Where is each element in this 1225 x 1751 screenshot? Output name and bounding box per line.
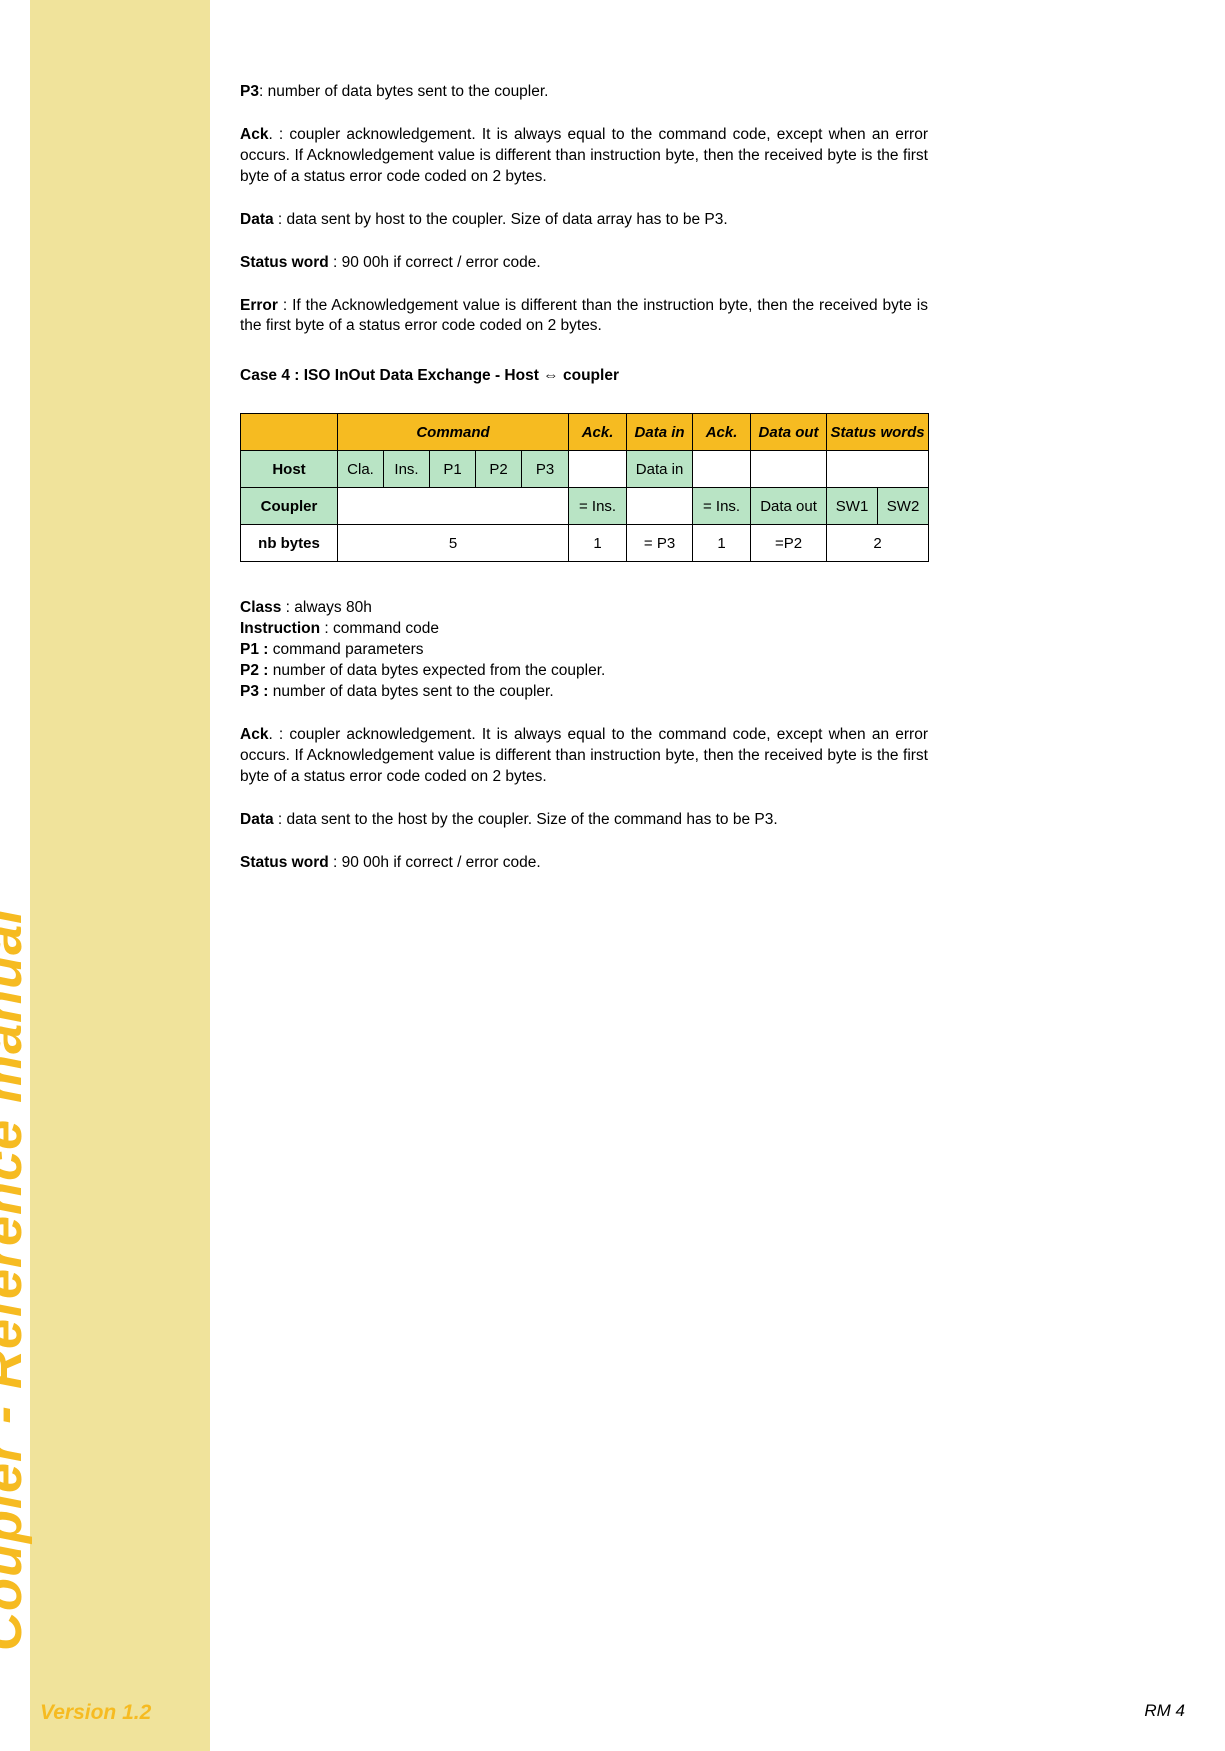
error-label: Error (240, 297, 278, 314)
nb-dataout: =P2 (751, 525, 827, 562)
def-p3-t: number of data bytes sent to the coupler… (268, 683, 553, 700)
version-label: Version 1.2 (40, 1701, 151, 1725)
def-p1: P1 : command parameters (240, 640, 928, 661)
page: Coupler - Reference manual Version 1.2 P… (0, 0, 1225, 1751)
def-p2-b: P2 : (240, 662, 268, 679)
def-p1-b: P1 : (240, 641, 268, 658)
hdr-status-words: Status words (827, 414, 929, 451)
status-label: Status word (240, 254, 329, 271)
host-ack2-empty (693, 451, 751, 488)
hdr-data-out: Data out (751, 414, 827, 451)
def-instruction: Instruction : command code (240, 619, 928, 640)
table-coupler-row: Coupler = Ins. = Ins. Data out SW1 SW2 (241, 488, 929, 525)
nb-label: nb bytes (241, 525, 338, 562)
hdr-ack2: Ack. (693, 414, 751, 451)
host-dataout-empty (751, 451, 827, 488)
coupler-sw1: SW1 (827, 488, 878, 525)
coupler-ack1: = Ins. (569, 488, 627, 525)
coupler-ack2: = Ins. (693, 488, 751, 525)
def-p2-t: number of data bytes expected from the c… (268, 662, 605, 679)
hdr-blank (241, 414, 338, 451)
main-content: P3: number of data bytes sent to the cou… (240, 82, 928, 896)
table-header-row: Command Ack. Data in Ack. Data out Statu… (241, 414, 929, 451)
def-class: Class : always 80h (240, 598, 928, 619)
para-error: Error : If the Acknowledgement value is … (240, 296, 928, 338)
nb-sw: 2 (827, 525, 929, 562)
sidebar-title: Coupler - Reference manual (0, 101, 34, 1651)
coupler-dataout: Data out (751, 488, 827, 525)
after-data: Data : data sent to the host by the coup… (240, 810, 928, 831)
host-p2: P2 (476, 451, 522, 488)
host-cla: Cla. (338, 451, 384, 488)
after-status-b: Status word (240, 854, 329, 871)
host-p3: P3 (522, 451, 569, 488)
hdr-ack1: Ack. (569, 414, 627, 451)
def-instr-t: : command code (320, 620, 439, 637)
after-ack-b: Ack (240, 726, 268, 743)
nb-ack1: 1 (569, 525, 627, 562)
table-host-row: Host Cla. Ins. P1 P2 P3 Data in (241, 451, 929, 488)
def-class-t: : always 80h (281, 599, 371, 616)
coupler-label: Coupler (241, 488, 338, 525)
nb-datain: = P3 (627, 525, 693, 562)
page-number: RM 4 (1144, 1701, 1185, 1721)
after-data-t: : data sent to the host by the coupler. … (274, 811, 778, 828)
p3-label: P3 (240, 83, 259, 100)
after-data-b: Data (240, 811, 274, 828)
coupler-datain-empty (627, 488, 693, 525)
host-p1: P1 (430, 451, 476, 488)
after-status-t: : 90 00h if correct / error code. (329, 854, 541, 871)
para-status: Status word : 90 00h if correct / error … (240, 253, 928, 274)
after-status: Status word : 90 00h if correct / error … (240, 853, 928, 874)
def-p2: P2 : number of data bytes expected from … (240, 661, 928, 682)
host-datain: Data in (627, 451, 693, 488)
def-p1-t: command parameters (268, 641, 423, 658)
host-ins: Ins. (384, 451, 430, 488)
para-ack: Ack. : coupler acknowledgement. It is al… (240, 125, 928, 188)
sidebar: Coupler - Reference manual Version 1.2 (30, 0, 210, 1751)
def-p3: P3 : number of data bytes sent to the co… (240, 682, 928, 703)
nb-cmd: 5 (338, 525, 569, 562)
table-nb-row: nb bytes 5 1 = P3 1 =P2 2 (241, 525, 929, 562)
error-text: : If the Acknowledgement value is differ… (240, 297, 928, 335)
data-label: Data (240, 211, 274, 228)
definitions-list: Class : always 80h Instruction : command… (240, 598, 928, 703)
def-p3-b: P3 : (240, 683, 268, 700)
hdr-command: Command (338, 414, 569, 451)
ack-label: Ack (240, 126, 268, 143)
coupler-sw2: SW2 (878, 488, 929, 525)
data-text: : data sent by host to the coupler. Size… (274, 211, 728, 228)
after-ack: Ack. : coupler acknowledgement. It is al… (240, 725, 928, 788)
def-instr-b: Instruction (240, 620, 320, 637)
p3-text: : number of data bytes sent to the coupl… (259, 83, 549, 100)
ack-text: . : coupler acknowledgement. It is alway… (240, 126, 928, 185)
nb-ack2: 1 (693, 525, 751, 562)
para-p3: P3: number of data bytes sent to the cou… (240, 82, 928, 103)
status-text: : 90 00h if correct / error code. (329, 254, 541, 271)
case4-table: Command Ack. Data in Ack. Data out Statu… (240, 413, 928, 562)
after-ack-t: . : coupler acknowledgement. It is alway… (240, 726, 928, 785)
host-label: Host (241, 451, 338, 488)
hdr-data-in: Data in (627, 414, 693, 451)
def-class-b: Class (240, 599, 281, 616)
case4-heading: Case 4 : ISO InOut Data Exchange - Host … (240, 367, 928, 385)
host-sw-empty (827, 451, 929, 488)
para-data: Data : data sent by host to the coupler.… (240, 210, 928, 231)
host-ack1-empty (569, 451, 627, 488)
coupler-cmd-empty (338, 488, 569, 525)
